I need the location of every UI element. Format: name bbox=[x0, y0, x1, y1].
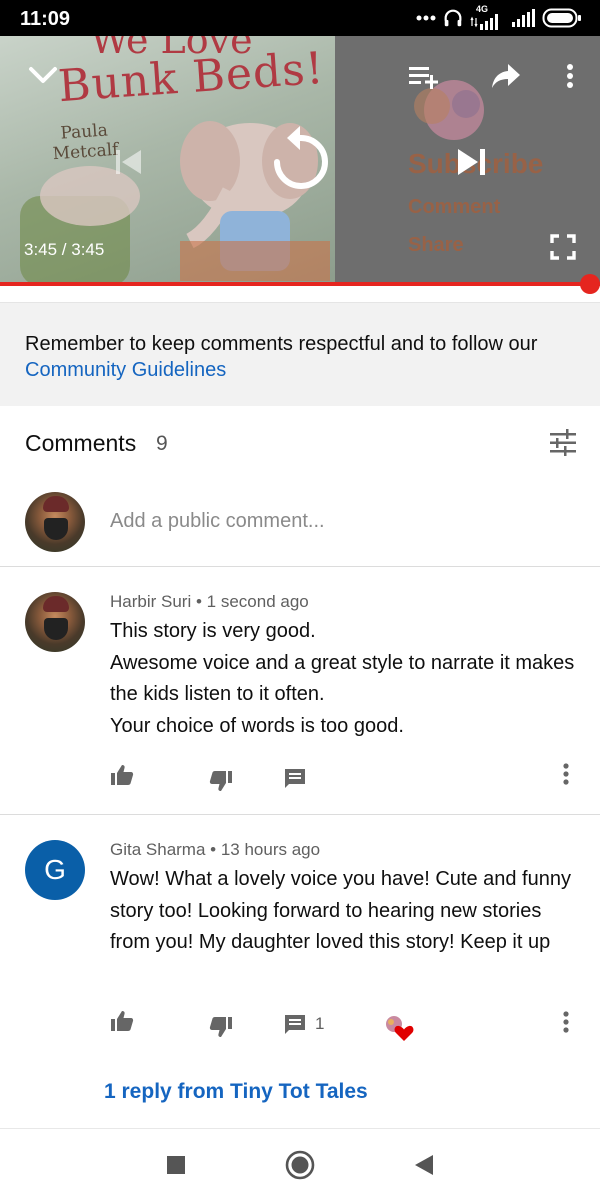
like-button[interactable] bbox=[109, 762, 135, 788]
previous-video-button[interactable] bbox=[110, 144, 146, 180]
home-button[interactable] bbox=[284, 1149, 316, 1181]
notice-text: Remember to keep comments respectful and… bbox=[25, 331, 585, 383]
chevron-down-icon bbox=[29, 67, 57, 83]
fullscreen-icon bbox=[550, 234, 576, 260]
creator-heart-badge bbox=[382, 1014, 414, 1042]
video-time: 3:45 / 3:45 bbox=[24, 240, 105, 259]
like-button[interactable] bbox=[109, 1008, 135, 1034]
reply-button[interactable] bbox=[282, 1012, 308, 1038]
avatar-photo bbox=[25, 492, 85, 552]
playlist-add-icon bbox=[409, 67, 438, 89]
creator-heart-icon bbox=[386, 1016, 414, 1041]
comment-line: Your choice of words is too good. bbox=[110, 714, 404, 737]
video-player[interactable]: We Love Bunk Beds! Paula Metcalf Subscri… bbox=[0, 36, 600, 284]
player-more-button[interactable] bbox=[556, 60, 584, 92]
reply-button[interactable] bbox=[282, 766, 308, 792]
dislike-button[interactable] bbox=[208, 768, 234, 794]
share-button[interactable] bbox=[488, 60, 524, 92]
fullscreen-button[interactable] bbox=[548, 232, 578, 262]
replay-button[interactable] bbox=[265, 122, 335, 198]
home-circle-icon bbox=[285, 1150, 315, 1180]
skip-next-icon bbox=[458, 149, 485, 175]
mobile-signal-4g-icon: 4G bbox=[470, 4, 504, 30]
comment-reply-icon bbox=[285, 769, 305, 788]
comment-line: Awesome voice and a great style to narra… bbox=[110, 651, 575, 706]
comment-author[interactable]: Gita Sharma bbox=[110, 840, 205, 859]
divider bbox=[0, 566, 600, 567]
progress-scrubber[interactable] bbox=[580, 274, 600, 294]
comment-reply-icon bbox=[285, 1015, 305, 1034]
signal-strength-icon bbox=[512, 9, 535, 27]
add-to-playlist-button[interactable] bbox=[405, 62, 443, 92]
comments-title: Comments bbox=[25, 430, 137, 456]
user-avatar bbox=[25, 492, 85, 552]
skip-previous-icon bbox=[116, 150, 141, 174]
comment-line: This story is very good. bbox=[110, 620, 316, 642]
comment-text: This story is very good. Awesome voice a… bbox=[110, 616, 580, 742]
back-button[interactable] bbox=[408, 1149, 440, 1181]
collapse-player-button[interactable] bbox=[26, 60, 60, 90]
divider bbox=[0, 814, 600, 815]
sort-comments-button[interactable] bbox=[548, 428, 578, 458]
recent-apps-button[interactable] bbox=[160, 1149, 192, 1181]
square-icon bbox=[167, 1156, 185, 1174]
community-notice: Remember to keep comments respectful and… bbox=[0, 302, 600, 406]
sort-filter-icon bbox=[550, 429, 576, 456]
comment-author-avatar[interactable] bbox=[25, 592, 85, 652]
comment-meta: Harbir Suri • 1 second ago bbox=[110, 592, 309, 611]
dislike-button[interactable] bbox=[208, 1014, 234, 1040]
thumbs-down-icon bbox=[209, 771, 232, 791]
thumbs-down-icon bbox=[209, 1017, 232, 1037]
network-label: 4G bbox=[476, 4, 489, 14]
more-vertical-icon bbox=[567, 64, 573, 88]
more-notifications-icon bbox=[416, 15, 436, 21]
comment-meta: Gita Sharma • 13 hours ago bbox=[110, 840, 321, 859]
share-arrow-icon bbox=[492, 64, 520, 88]
end-card-share[interactable]: Share bbox=[408, 234, 464, 257]
comment-author[interactable]: Harbir Suri bbox=[110, 592, 191, 611]
headphones-icon bbox=[444, 9, 462, 27]
view-replies-link[interactable]: 1 reply from Tiny Tot Tales bbox=[104, 1080, 368, 1104]
thumbs-up-icon bbox=[111, 765, 134, 785]
comment-time: 13 hours ago bbox=[220, 840, 321, 859]
comment-text: Wow! What a lovely voice you have! Cute … bbox=[110, 868, 571, 953]
back-triangle-icon bbox=[415, 1155, 433, 1175]
replay-icon bbox=[274, 126, 328, 189]
more-vertical-icon bbox=[563, 1011, 569, 1033]
reply-count: 1 bbox=[315, 1014, 325, 1033]
status-bar: 11:09 4G bbox=[0, 0, 600, 36]
end-card-comment[interactable]: Comment bbox=[408, 196, 500, 219]
next-video-button[interactable] bbox=[452, 142, 492, 182]
avatar-photo bbox=[25, 592, 85, 652]
status-time: 11:09 bbox=[20, 8, 71, 30]
system-nav-bar bbox=[0, 1128, 600, 1200]
battery-icon bbox=[542, 8, 581, 28]
comment-more-button[interactable] bbox=[562, 762, 582, 790]
add-comment-input[interactable]: Add a public comment... bbox=[110, 510, 325, 533]
more-vertical-icon bbox=[563, 763, 569, 785]
comment-author-avatar[interactable]: G bbox=[25, 840, 85, 900]
notice-message: Remember to keep comments respectful and… bbox=[25, 333, 538, 355]
comment-more-button[interactable] bbox=[562, 1010, 582, 1038]
status-icons: 4G bbox=[416, 4, 582, 30]
comments-count: 9 bbox=[156, 432, 168, 455]
thumbs-up-icon bbox=[111, 1011, 134, 1031]
comment-time: 1 second ago bbox=[206, 592, 309, 611]
progress-bar[interactable] bbox=[0, 282, 600, 286]
community-guidelines-link[interactable]: Community Guidelines bbox=[25, 359, 226, 381]
